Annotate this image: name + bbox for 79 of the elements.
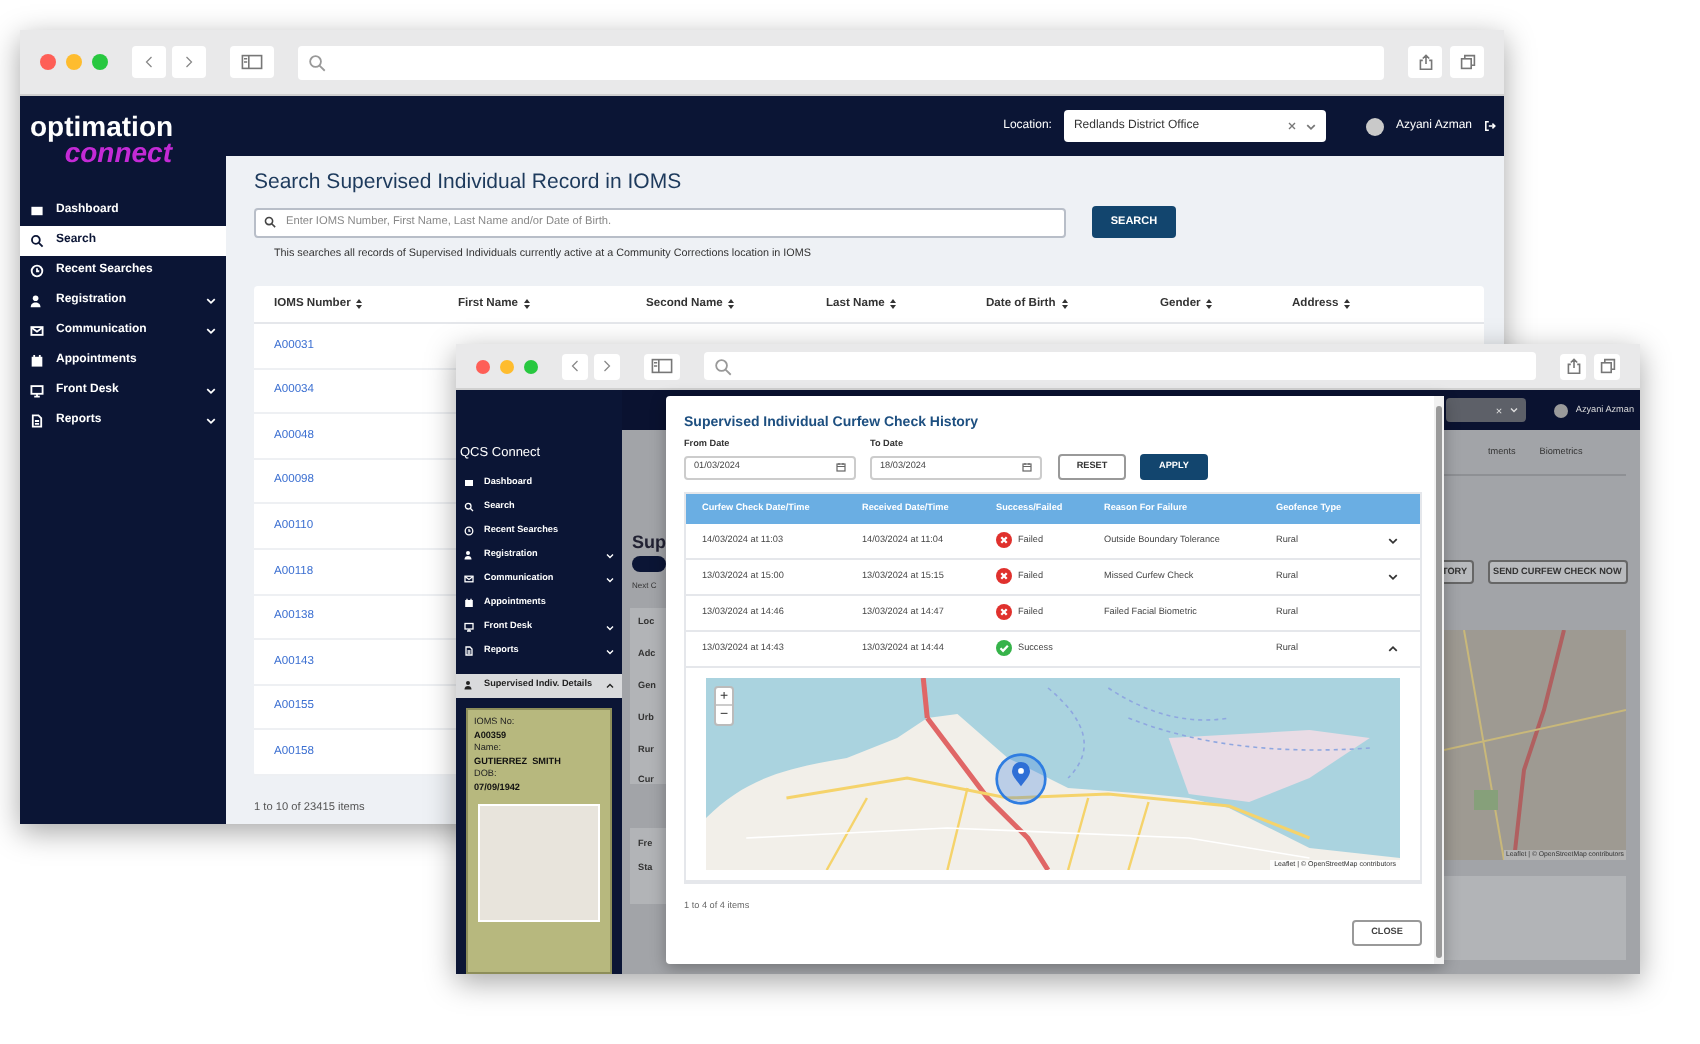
sidebar-icon [240,54,264,70]
panel-icon [30,204,44,218]
envelope-icon [464,574,474,585]
page-heading: Sup [632,532,666,552]
calendar-icon [30,354,44,368]
envelope-icon [30,324,44,338]
share-button[interactable] [1408,46,1442,78]
person-icon [464,550,474,561]
tabs-icon [1599,358,1615,374]
minimize-window-button[interactable] [500,359,514,373]
sort-icon [1206,298,1213,311]
chevron-down-icon [206,416,216,426]
share-icon [1417,54,1433,70]
logo-text: optimation [30,114,174,140]
panel-icon [464,478,474,489]
sort-icon [1344,298,1351,311]
sidebar-toggle-button[interactable] [644,353,680,379]
monitor-icon [464,622,474,633]
close-window-button[interactable] [40,54,56,70]
monitor-icon [30,384,44,398]
calendar-icon [464,598,474,609]
chevron-left-icon [144,54,154,70]
location-marker-icon [994,751,1048,806]
sidebar-icon [650,358,674,374]
chevron-down-icon [206,296,216,306]
calendar-icon [1022,462,1032,473]
sort-icon [523,298,530,311]
tabs-button[interactable] [1594,353,1620,379]
chevron-down-icon [1509,406,1518,414]
logout-icon[interactable] [1484,120,1496,132]
search-icon [464,502,474,513]
maximize-window-button[interactable] [92,54,108,70]
sort-icon [728,298,735,311]
document-icon [30,414,44,428]
error-icon [996,568,1012,585]
chevron-left-icon [570,358,580,374]
toggle-switch[interactable] [632,556,666,572]
avatar-icon [1553,403,1568,417]
forward-button[interactable] [594,353,620,379]
tabs-icon [1459,54,1475,70]
person-icon [464,680,474,691]
sort-icon [1061,298,1068,311]
clock-icon [464,526,474,537]
chevron-down-icon [1388,535,1398,546]
location-select[interactable] [1445,398,1526,422]
sort-icon [356,298,363,311]
calendar-icon [836,462,846,473]
back-button[interactable] [562,353,588,379]
chevron-down-icon [1305,121,1316,131]
error-icon [996,604,1012,621]
tabs-button[interactable] [1450,46,1484,78]
minimize-window-button[interactable] [66,54,82,70]
share-icon [1565,358,1581,374]
check-icon [996,640,1012,657]
document-icon [464,646,474,657]
search-icon [308,53,326,71]
sidebar-toggle-button[interactable] [230,46,274,78]
chevron-up-icon [1388,643,1398,654]
page-title: Search Supervised Individual Record in IOMS [254,170,684,194]
error-icon [996,532,1012,549]
clear-icon [1495,407,1502,413]
sort-icon [890,298,897,311]
search-icon [264,216,276,228]
chevron-down-icon [206,326,216,336]
chevron-right-icon [184,54,194,70]
avatar-icon [1365,117,1384,135]
share-button[interactable] [1560,353,1586,379]
logo-text: connect [64,140,172,166]
chevron-down-icon [1388,571,1398,582]
search-icon [30,234,44,248]
clear-icon [1287,122,1296,130]
maximize-window-button[interactable] [524,359,538,373]
close-window-button[interactable] [476,359,490,373]
clock-icon [30,264,44,278]
chevron-right-icon [602,358,612,374]
chevron-down-icon [206,386,216,396]
person-icon [30,294,44,308]
search-icon [714,357,732,375]
photo-placeholder [478,803,600,922]
